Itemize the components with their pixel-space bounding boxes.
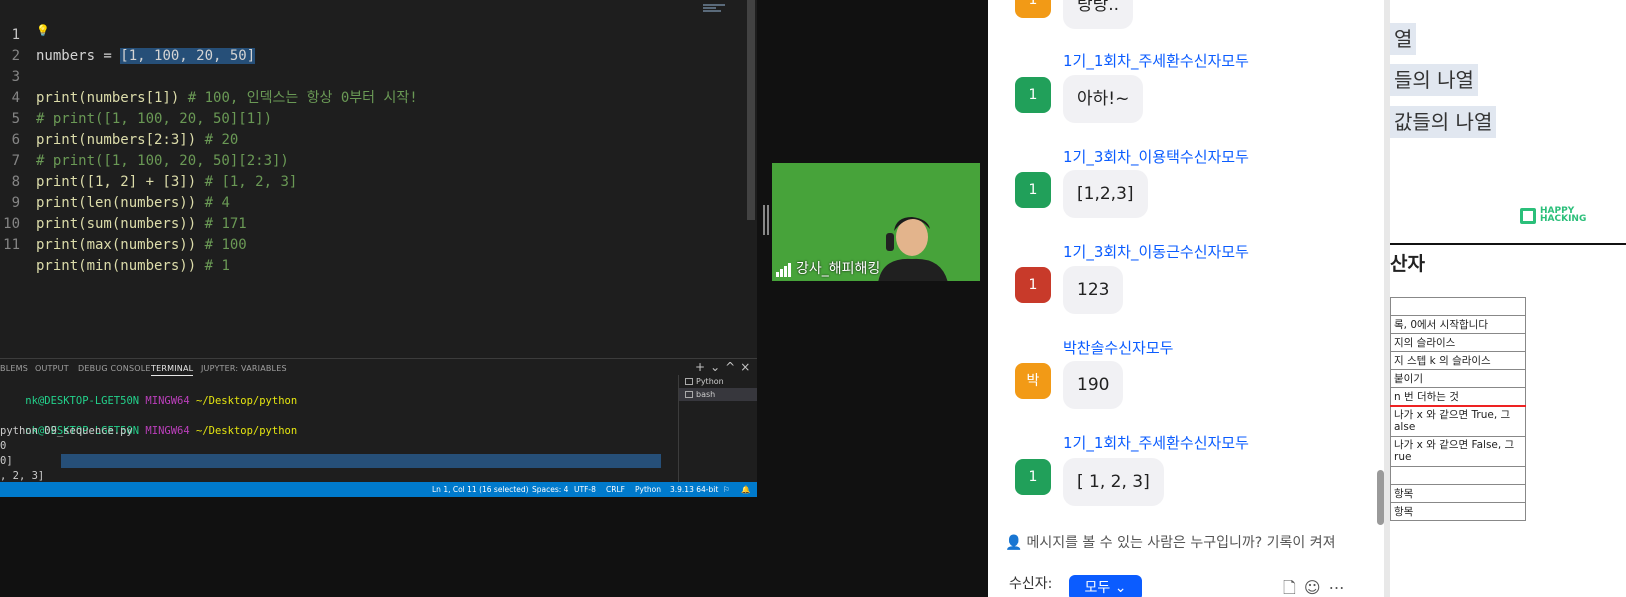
chat-bubble[interactable]: [1,2,3] [1063,170,1148,218]
avatar: 1 [1015,172,1051,208]
person-video [878,217,948,281]
terminal-list: Python bash [678,375,757,482]
bottom-panel: BLEMS OUTPUT DEBUG CONSOLE TERMINAL JUPY… [0,358,757,482]
chevron-down-icon[interactable]: ⌄ [710,360,720,374]
code-line[interactable]: 11 print(min(numbers)) # 1 [0,214,740,274]
chat-scrollbar[interactable] [1377,470,1384,525]
brand-text: HAPPY HACKING [1540,206,1587,224]
terminal-item-python[interactable]: Python [679,375,757,388]
chat-bubble[interactable]: [ 1, 2, 3] [1063,458,1164,506]
code-editor[interactable]: 1 numbers = [1, 100, 20, 50] 2 💡 3 print… [0,0,757,358]
encoding[interactable]: UTF-8 [574,482,596,497]
split-handle[interactable] [763,205,769,235]
python-interpreter[interactable]: 3.9.13 64-bit [670,482,718,497]
terminal-output: , 2, 3] [0,470,45,482]
slide-text: 값들의 나열 [1390,106,1497,138]
chat-toolbar: 🗋☺⋯ [1283,577,1353,597]
bell-icon[interactable]: 🔔 [741,482,750,497]
terminal-output: 0] [0,455,13,467]
tab-jupyter-variables[interactable]: JUPYTER: VARIABLES [201,364,287,373]
message-sender[interactable]: 박찬솔수신자모두 [1063,337,1173,358]
feedback-icon[interactable]: ⚐ [723,482,730,497]
code-line[interactable]: 2 [0,25,740,64]
slide-heading: 산자 [1390,253,1425,275]
terminal-command[interactable]: python 09_sequence.py [0,424,133,439]
terminal-icon [685,378,693,385]
add-terminal-icon[interactable]: + [695,360,705,374]
avatar: 1 [1015,77,1051,113]
happy-hacking-logo-icon [1520,208,1536,224]
divider [1390,243,1626,245]
avatar: 1 [1015,459,1051,495]
code-line[interactable]: 8 print(len(numbers)) # 4 [0,151,740,211]
status-bar: Ln 1, Col 11 (16 selected) Spaces: 4 UTF… [0,482,757,497]
code-line[interactable]: 1 numbers = [1, 100, 20, 50] [0,4,740,64]
tab-terminal[interactable]: TERMINAL [151,364,194,376]
close-icon[interactable]: × [740,360,750,374]
chevron-down-icon: ⌄ [1114,580,1127,596]
terminal-selection [61,454,661,468]
message-sender[interactable]: 1기_3회차_이용택수신자모두 [1063,146,1249,167]
chat-bubble[interactable]: 123 [1063,266,1124,314]
code-line[interactable]: 6 # print([1, 100, 20, 50][2:3]) [0,109,740,169]
signal-icon [776,261,792,277]
visibility-notice[interactable]: 👤 메시지를 볼 수 있는 사람은 누구입니까? 기록이 켜져 [988,528,1390,558]
participant-name: 강사_해피해킹 [776,258,880,278]
line-ending[interactable]: CRLF [606,482,625,497]
code-line[interactable]: 4 # print([1, 100, 20, 50][1]) [0,67,740,127]
recipient-label: 수신자: [1009,576,1053,592]
slide-text: 열 [1390,23,1417,55]
maximize-panel-icon[interactable]: ^ [725,360,735,374]
language-mode[interactable]: Python [635,482,661,497]
tab-debug-console[interactable]: DEBUG CONSOLE [78,364,151,373]
terminal-icon [685,391,693,398]
minimap[interactable] [703,4,725,16]
file-icon[interactable]: 🗋 [1283,578,1304,597]
lightbulb-icon[interactable]: 💡 [36,24,50,37]
message-sender[interactable]: 1기_1회차_주세환수신자모두 [1063,432,1249,453]
code-line[interactable]: 5 print(numbers[2:3]) # 20 [0,88,740,148]
emoji-icon[interactable]: ☺ [1304,578,1329,597]
terminal-line[interactable]: nk@DESKTOP-LGET50N MINGW64 ~/Desktop/pyt… [0,409,297,437]
avatar: 1 [1015,267,1051,303]
tab-problems[interactable]: BLEMS [0,364,28,373]
avatar: 박 [1015,363,1051,399]
panel-actions: + ⌄ ^ × [695,360,755,374]
message-sender[interactable]: 1기_1회차_주세환수신자모두 [1063,50,1249,71]
operations-table: 록, 0에서 시작합니다 지의 슬라이스 지 스텝 k 의 슬라이스 붙이기 n… [1390,297,1526,521]
more-icon[interactable]: ⋯ [1329,578,1353,597]
chat-bubble[interactable]: 아하!~ [1063,75,1144,123]
code-line[interactable]: 9 print(sum(numbers)) # 171 [0,172,740,232]
terminal-item-bash[interactable]: bash [679,388,757,401]
cursor-position[interactable]: Ln 1, Col 11 (16 selected) [432,482,529,497]
message-sender[interactable]: 1기_3회차_이동근수신자모두 [1063,241,1249,262]
chat-bubble[interactable]: 190 [1063,361,1124,409]
presentation-slide: 열 들의 나열 값들의 나열 HAPPY HACKING 산자 록, 0에서 시작… [1390,0,1626,597]
people-icon: 👤 [1005,535,1023,551]
chat-panel: 1 랑랑.. 1기_1회차_주세환수신자모두 1 아하!~ 1기_3회차_이용택… [988,0,1390,597]
video-tile[interactable]: 강사_해피해킹 [772,163,980,281]
avatar: 1 [1015,0,1051,18]
terminal-output: 0 [0,440,7,452]
tab-output[interactable]: OUTPUT [35,364,69,373]
editor-scrollbar[interactable] [747,0,755,220]
code-line[interactable]: 10 print(max(numbers)) # 100 [0,193,740,253]
code-line[interactable]: 7 print([1, 2] + [3]) # [1, 2, 3] [0,130,740,190]
terminal-line[interactable]: nk@DESKTOP-LGET50N MINGW64 ~/Desktop/pyt… [0,379,297,407]
background [757,0,988,597]
indentation[interactable]: Spaces: 4 [532,482,568,497]
recipient-dropdown[interactable]: 모두 ⌄ [1069,575,1142,597]
chat-bubble[interactable]: 랑랑.. [1063,0,1134,29]
slide-text: 들의 나열 [1390,64,1478,96]
code-line[interactable]: 3 print(numbers[1]) # 100, 인덱스는 항상 0부터 시… [0,46,740,106]
panel-tabs: BLEMS OUTPUT DEBUG CONSOLE TERMINAL JUPY… [0,359,670,379]
